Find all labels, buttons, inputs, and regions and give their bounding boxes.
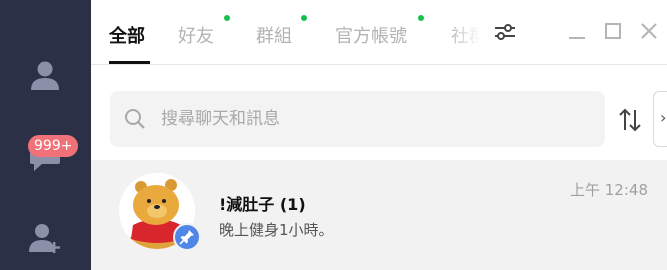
sort-icon[interactable]	[617, 106, 643, 134]
chat-app-window: 999+ 全部 好友 群組 官方帳號 社群	[0, 0, 667, 270]
left-nav-rail: 999+	[0, 0, 91, 270]
tab-bar: 全部 好友 群組 官方帳號 社群	[91, 0, 667, 65]
chevron-right-icon: ›	[660, 108, 667, 127]
chat-name: !減肚子 (1)	[219, 195, 306, 214]
close-icon[interactable]	[637, 20, 661, 44]
filter-settings-icon[interactable]	[493, 20, 517, 44]
chat-list-item[interactable]: !減肚子 (1) 晚上健身1小時。 上午 12:48	[91, 160, 667, 270]
search-input[interactable]	[161, 91, 581, 147]
maximize-icon[interactable]	[601, 20, 625, 44]
new-dot	[224, 15, 230, 21]
pin-icon	[173, 223, 201, 251]
search-box[interactable]	[110, 91, 605, 147]
minimize-icon[interactable]	[565, 20, 589, 44]
search-icon	[125, 109, 145, 129]
active-tab-underline	[109, 61, 150, 64]
tab-groups[interactable]: 群組	[256, 22, 292, 48]
side-panel-toggle-button[interactable]: ›	[653, 91, 667, 147]
new-dot	[418, 15, 424, 21]
chat-timestamp: 上午 12:48	[570, 181, 648, 199]
tab-overflow-fade	[446, 10, 496, 55]
chat-last-message: 晚上健身1小時。	[219, 221, 334, 239]
tab-friends[interactable]: 好友	[178, 22, 214, 48]
unread-badge: 999+	[28, 135, 79, 157]
person-icon[interactable]	[28, 58, 62, 92]
new-dot	[301, 15, 307, 21]
tab-official-accounts[interactable]: 官方帳號	[335, 22, 407, 48]
tab-all[interactable]: 全部	[109, 22, 145, 48]
add-person-icon[interactable]	[28, 220, 62, 254]
